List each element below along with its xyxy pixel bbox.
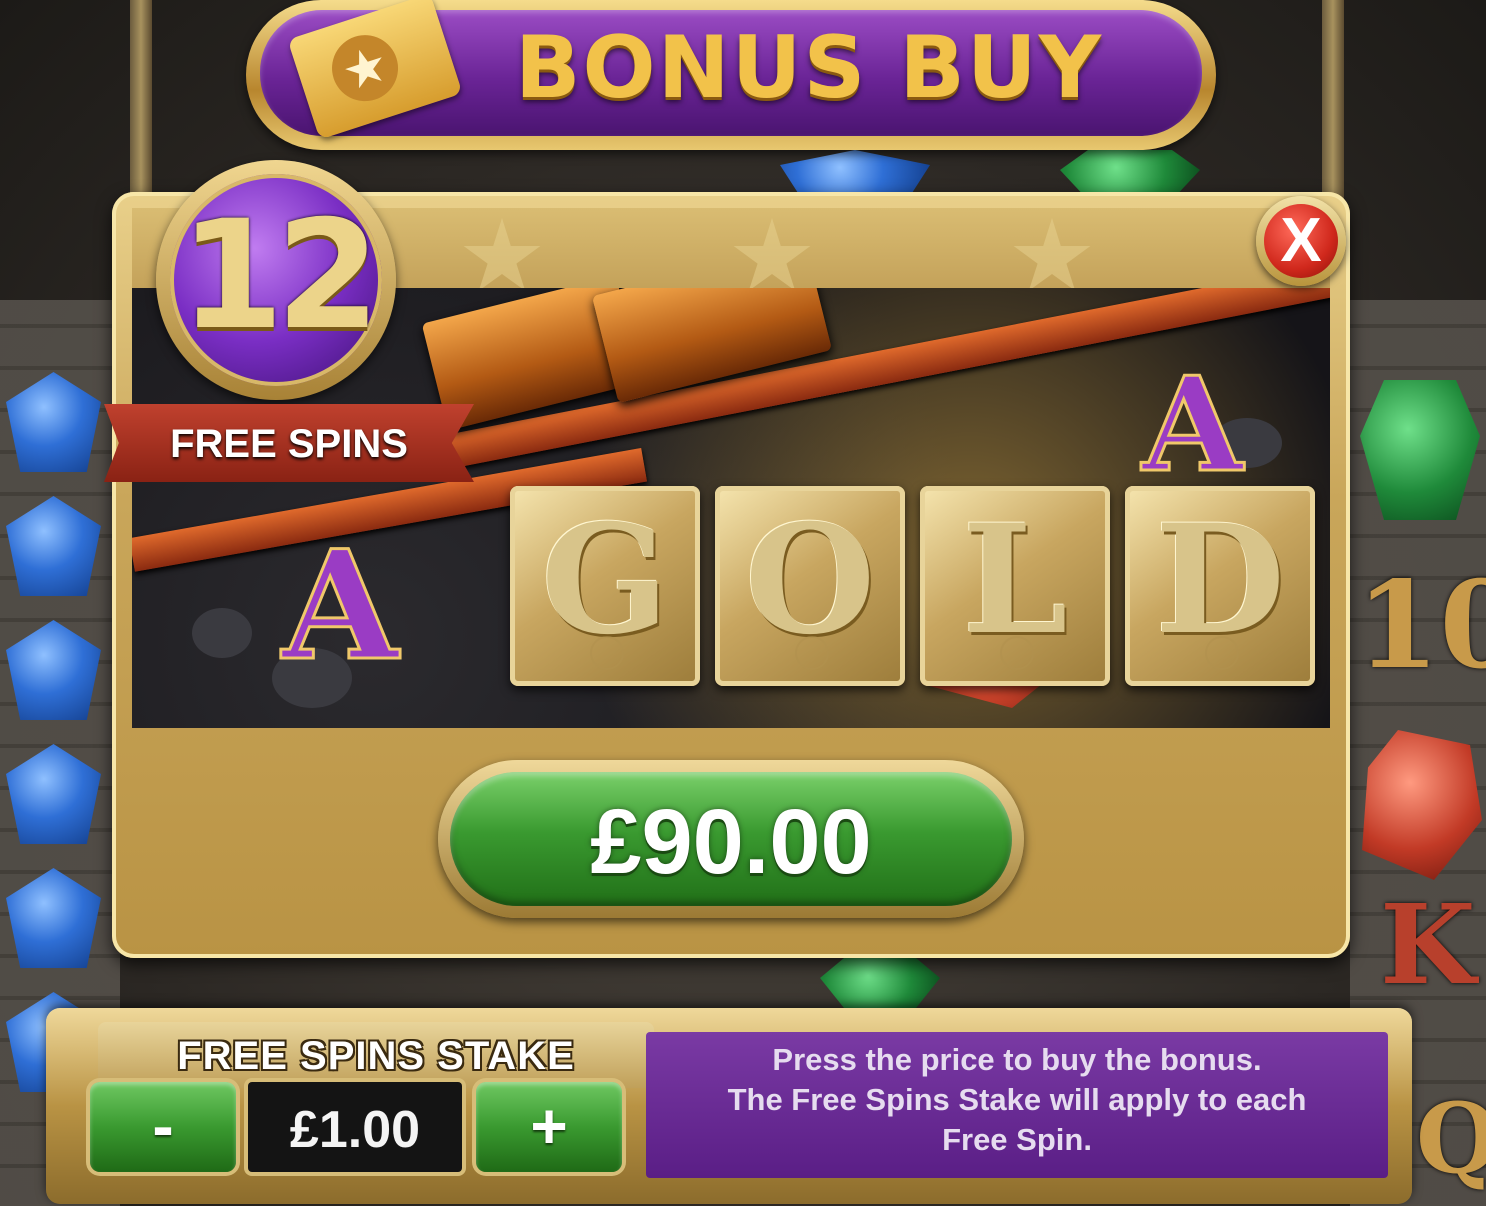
free-spins-count: 12 — [179, 189, 381, 363]
info-box: Press the price to buy the bonus. The Fr… — [646, 1032, 1388, 1178]
buy-price-frame: £90.00 — [438, 760, 1024, 918]
price-label: £90.00 — [590, 791, 872, 893]
green-gem-icon — [1360, 380, 1480, 520]
decorative-star-icon — [733, 218, 811, 291]
stake-title: FREE SPINS STAKE — [177, 1034, 575, 1078]
big-seal-icon — [795, 636, 829, 670]
gold-tile-l: L — [920, 486, 1110, 686]
gold-tile-g: G — [510, 486, 700, 686]
free-spins-ribbon: FREE SPINS — [104, 404, 474, 482]
ticket-star-icon: ★ — [287, 0, 463, 140]
symbol-a: A — [280, 517, 399, 696]
symbol-q: Q — [1416, 1082, 1486, 1195]
big-seal-icon — [1000, 636, 1034, 670]
gold-tiles: G O L D — [510, 486, 1330, 686]
gold-tile-d: D — [1125, 486, 1315, 686]
header-banner: ★ BONUS BUY — [260, 0, 1202, 140]
decorative-star-icon — [1013, 218, 1091, 291]
star-icon: ★ — [323, 26, 407, 110]
symbol-k: K — [1380, 880, 1476, 1009]
info-line: Press the price to buy the bonus. — [772, 1042, 1262, 1077]
big-seal-icon — [1205, 636, 1239, 670]
bonus-buy-header: ★ BONUS BUY — [246, 0, 1216, 150]
info-line: The Free Spins Stake will apply to each — [727, 1082, 1307, 1117]
coal-chunk — [192, 608, 252, 658]
decrease-stake-button[interactable]: - — [90, 1082, 236, 1172]
free-spins-count-badge: 12 — [156, 160, 396, 400]
free-spins-label: FREE SPINS — [170, 422, 408, 466]
buy-bonus-button[interactable]: £90.00 — [450, 772, 1012, 906]
page-title: BONUS BUY — [515, 18, 1104, 118]
big-seal-icon — [590, 636, 624, 670]
close-button[interactable]: X — [1256, 196, 1346, 286]
gold-tile-o: O — [715, 486, 905, 686]
purple-gem-badge: 12 — [170, 174, 382, 386]
symbol-a: A — [1141, 347, 1245, 503]
stake-bar: FREE SPINS STAKE - £1.00 + Press the pri… — [46, 1008, 1412, 1204]
stake-value-box: £1.00 — [248, 1082, 462, 1172]
decorative-star-icon — [463, 218, 541, 291]
stake-value: £1.00 — [289, 1101, 421, 1159]
info-line: Free Spin. — [942, 1122, 1092, 1157]
close-icon: X — [1264, 204, 1338, 278]
stake-title-box: FREE SPINS STAKE — [98, 1022, 654, 1088]
green-gem-icon — [820, 958, 940, 1008]
symbol-ten: 10 — [1356, 555, 1486, 696]
increase-stake-button[interactable]: + — [476, 1082, 622, 1172]
